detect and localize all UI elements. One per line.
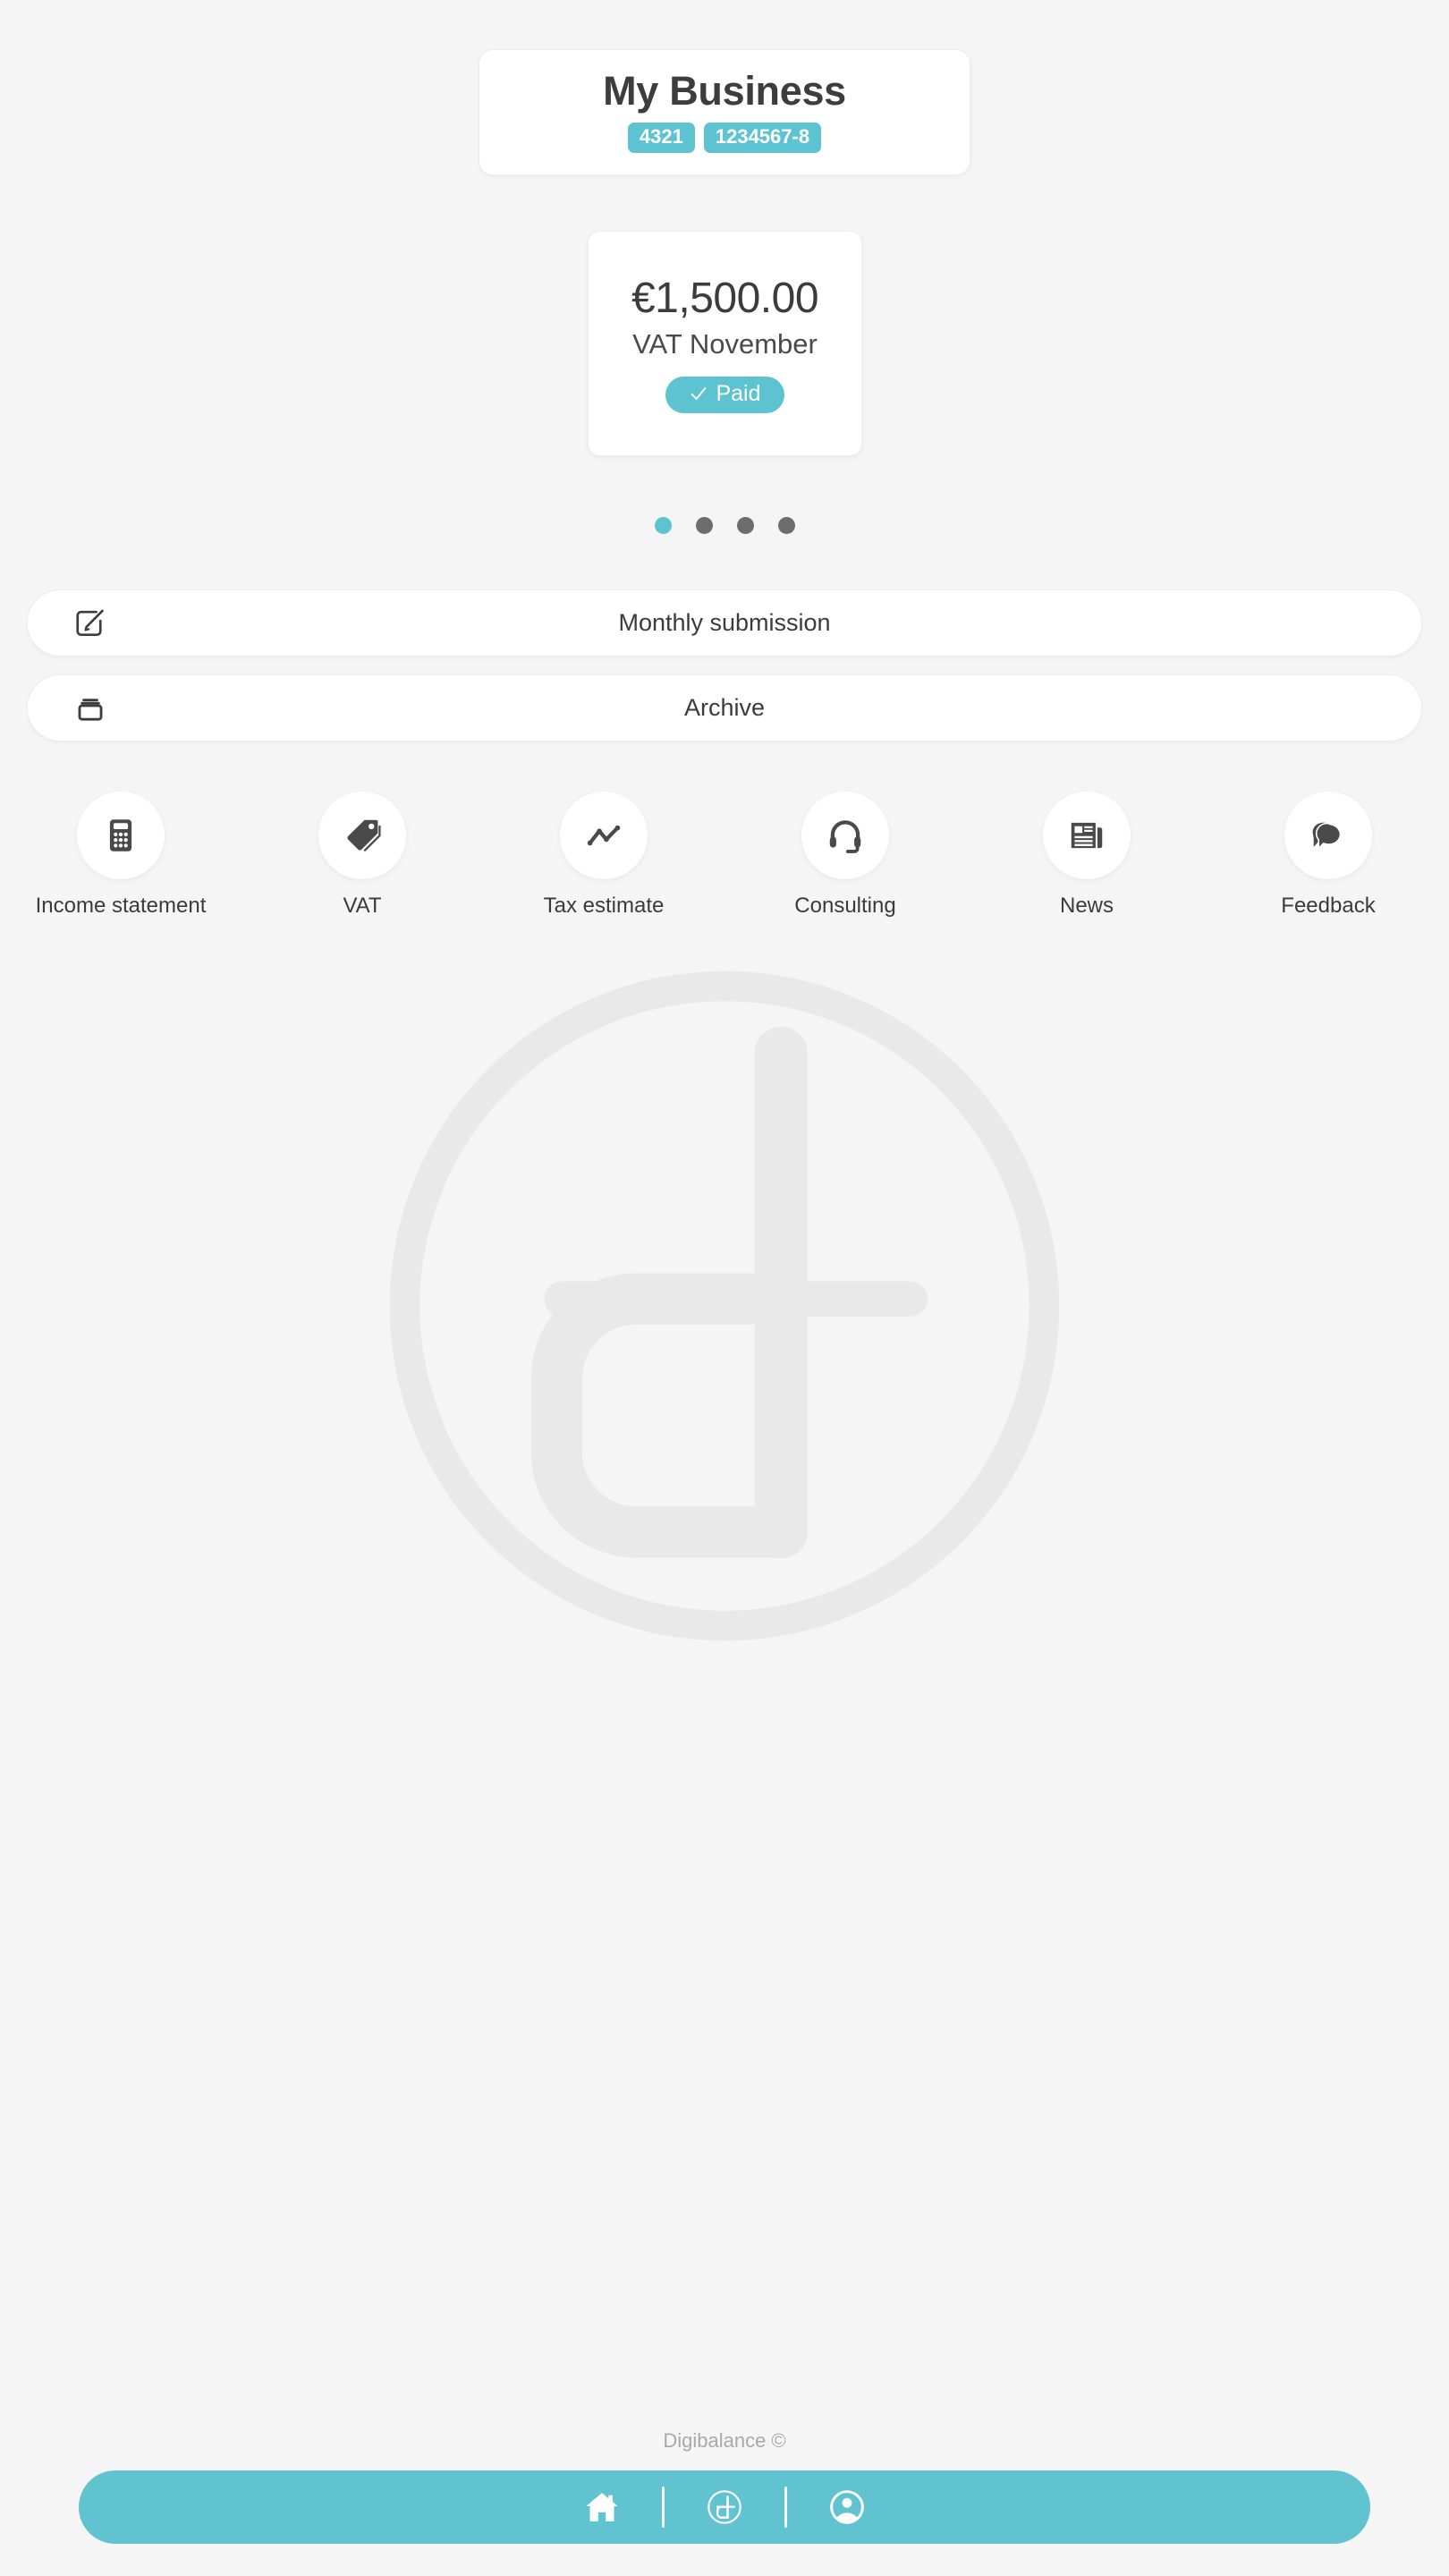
action-row-label: Archive [683, 694, 766, 721]
page-title: My Business [603, 68, 846, 114]
quick-action-vat[interactable]: VAT [273, 792, 452, 919]
quick-action-label: Feedback [1281, 894, 1376, 918]
action-row-archive[interactable]: Archive [27, 674, 1422, 741]
nav-item-profile[interactable] [809, 2470, 886, 2544]
vat-amount: €1,500.00 [631, 275, 819, 323]
speech-bubbles-icon [1312, 822, 1342, 851]
carousel-pagination[interactable] [0, 517, 1449, 534]
status-badge: Paid [665, 376, 784, 413]
vat-period: VAT November [632, 327, 818, 360]
nav-item-digibalance[interactable] [686, 2470, 763, 2544]
nav-divider-2 [784, 2487, 787, 2528]
carousel-dot-2[interactable] [695, 517, 713, 534]
quick-action-icon-wrap [1043, 792, 1131, 879]
quick-action-label: VAT [343, 894, 382, 918]
dashboard-screen: My Business 4321 1234567-8 €1,500.00 VAT… [0, 0, 1449, 2576]
badge-client-number: 4321 [627, 123, 695, 154]
nav-divider-1 [662, 2487, 665, 2528]
vat-summary-card[interactable]: €1,500.00 VAT November Paid [588, 231, 862, 456]
archive-box-icon [71, 689, 110, 728]
action-row-monthly-submission[interactable]: Monthly submission [27, 589, 1422, 657]
badge-tax-id: 1234567-8 [703, 123, 822, 154]
bottom-navigation-bar [79, 2470, 1370, 2544]
business-badges: 4321 1234567-8 [479, 123, 970, 154]
user-circle-icon [830, 2490, 864, 2524]
quick-action-icon-wrap [801, 792, 889, 879]
quick-action-label: News [1059, 894, 1114, 918]
quick-action-icon-wrap [1284, 792, 1372, 879]
check-icon [691, 387, 707, 401]
quick-action-icon-wrap [318, 792, 406, 879]
edit-square-icon [71, 604, 110, 643]
line-chart-icon [587, 825, 621, 846]
quick-action-label: Tax estimate [543, 894, 665, 918]
quick-action-consulting[interactable]: Consulting [756, 792, 935, 919]
home-icon [586, 2493, 618, 2521]
quick-actions-grid: Income statement VAT Tax estimate Consul… [0, 792, 1449, 919]
quick-action-income-statement[interactable]: Income statement [31, 792, 210, 919]
carousel-dot-4[interactable] [777, 517, 795, 534]
carousel-dot-1[interactable] [654, 517, 672, 534]
quick-action-tax-estimate[interactable]: Tax estimate [514, 792, 693, 919]
price-tag-icon [347, 819, 381, 852]
footer-credit: Digibalance © [663, 2429, 786, 2452]
quick-action-news[interactable]: News [997, 792, 1176, 919]
action-row-label: Monthly submission [618, 609, 831, 636]
headset-icon [829, 820, 861, 853]
status-badge-label: Paid [716, 380, 761, 406]
quick-action-icon-wrap [77, 792, 165, 879]
calculator-icon [109, 819, 132, 852]
quick-action-icon-wrap [560, 792, 648, 879]
quick-action-label: Income statement [35, 894, 207, 918]
quick-action-label: Consulting [794, 894, 896, 918]
quick-action-feedback[interactable]: Feedback [1239, 792, 1418, 919]
carousel-dot-3[interactable] [736, 517, 754, 534]
digibalance-logo-icon [708, 2490, 741, 2524]
nav-item-home[interactable] [564, 2470, 640, 2544]
newspaper-icon [1071, 822, 1103, 849]
business-header-card[interactable]: My Business 4321 1234567-8 [479, 49, 970, 176]
